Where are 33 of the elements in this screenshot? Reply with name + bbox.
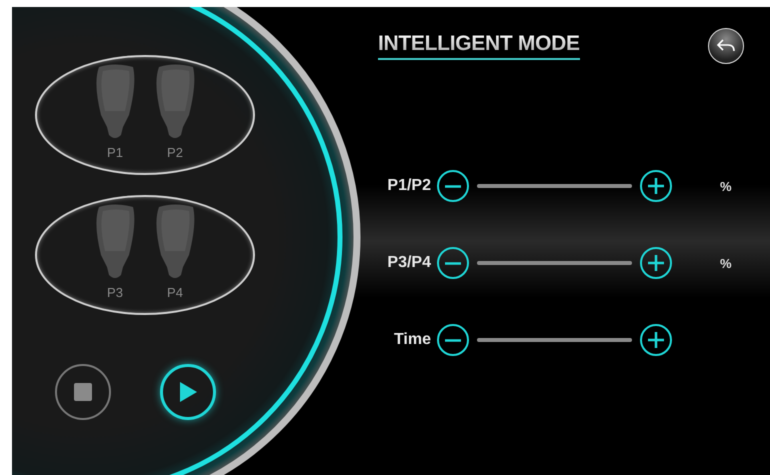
minus-icon — [444, 262, 462, 264]
slider-track[interactable] — [477, 338, 632, 342]
probe-label: P1 — [107, 145, 123, 161]
plus-icon — [647, 254, 665, 272]
setting-label: P3/P4 — [386, 254, 431, 272]
slider-track[interactable] — [477, 261, 632, 265]
slider-track[interactable] — [477, 184, 632, 188]
minus-button[interactable] — [437, 324, 469, 356]
probe-group[interactable]: P3 P4 — [35, 195, 255, 315]
plus-button[interactable] — [640, 324, 672, 356]
play-icon — [179, 382, 197, 402]
setting-label: Time — [392, 331, 431, 349]
stop-button[interactable] — [55, 364, 111, 420]
minus-icon — [444, 184, 462, 188]
probe-label: P3 — [107, 285, 123, 301]
unit-label: % — [720, 256, 732, 270]
minus-button[interactable] — [437, 170, 469, 202]
probe-group[interactable]: P1 P2 — [35, 55, 255, 175]
mode-title: INTELLIGENT MODE — [378, 32, 580, 60]
minus-button[interactable] — [437, 247, 469, 279]
probe-label: P4 — [167, 285, 183, 301]
plus-icon — [647, 177, 665, 195]
stop-icon — [74, 383, 92, 401]
unit-label: % — [720, 178, 732, 194]
plus-icon — [647, 331, 665, 349]
back-arrow-icon — [716, 38, 736, 54]
play-button[interactable] — [160, 364, 216, 420]
minus-icon — [444, 338, 462, 342]
plus-button[interactable] — [640, 170, 672, 202]
setting-label: P1/P2 — [386, 177, 431, 195]
plus-button[interactable] — [640, 247, 672, 279]
back-button[interactable] — [708, 28, 744, 64]
probe-label: P2 — [167, 145, 183, 161]
